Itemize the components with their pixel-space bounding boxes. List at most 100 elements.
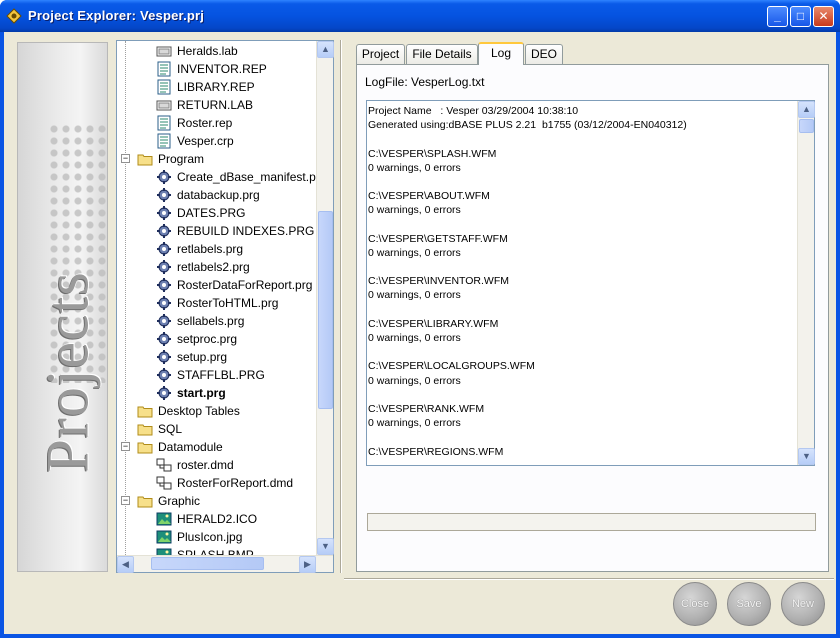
tree-item[interactable]: setproc.prg bbox=[117, 330, 316, 348]
report-file-icon bbox=[156, 61, 172, 77]
banner-text: Projects bbox=[34, 271, 101, 473]
folder-icon bbox=[137, 421, 153, 437]
window-title: Project Explorer: Vesper.prj bbox=[28, 8, 205, 23]
log-scroll-thumb[interactable] bbox=[799, 119, 814, 133]
save-button[interactable]: Save bbox=[727, 582, 771, 626]
tree-item[interactable]: STAFFLBL.PRG bbox=[117, 366, 316, 384]
tree-item[interactable]: HERALD2.ICO bbox=[117, 510, 316, 528]
log-line: 0 warnings, 0 errors bbox=[368, 161, 461, 174]
tree-item[interactable]: Heralds.lab bbox=[117, 42, 316, 60]
log-line: Project Name : Vesper 03/29/2004 10:38:1… bbox=[368, 105, 579, 117]
projects-banner: Projects bbox=[17, 42, 108, 572]
tree-item-label: retlabels2.prg bbox=[177, 260, 250, 274]
program-file-icon bbox=[156, 241, 172, 257]
project-tree[interactable]: Heralds.lab INVENTOR.REP LIBRARY.REP RETURN… bbox=[116, 40, 334, 573]
tree-item-label: INVENTOR.REP bbox=[177, 62, 267, 76]
maximize-button[interactable]: □ bbox=[790, 6, 811, 27]
scroll-right-button[interactable]: ▶ bbox=[299, 556, 316, 573]
close-icon: ✕ bbox=[818, 9, 829, 23]
collapse-toggle-icon[interactable]: − bbox=[121, 154, 130, 163]
tree-folder[interactable]: − Graphic bbox=[117, 492, 316, 510]
bottom-divider bbox=[344, 578, 834, 580]
tree-item[interactable]: RosterForReport.dmd bbox=[117, 474, 316, 492]
panel-divider bbox=[340, 40, 342, 573]
tree-item[interactable]: retlabels.prg bbox=[117, 240, 316, 258]
tree-item[interactable]: Roster.rep bbox=[117, 114, 316, 132]
scroll-thumb[interactable] bbox=[318, 211, 333, 409]
program-file-icon bbox=[156, 349, 172, 365]
tree-item-label: RosterToHTML.prg bbox=[177, 296, 279, 310]
tree-item[interactable]: PlusIcon.jpg bbox=[117, 528, 316, 546]
label-file-icon bbox=[156, 97, 172, 113]
tab-log[interactable]: Log bbox=[478, 42, 524, 65]
folder-icon bbox=[137, 151, 153, 167]
tree-item[interactable]: sellabels.prg bbox=[117, 312, 316, 330]
tree-item[interactable]: REBUILD INDEXES.PRG bbox=[117, 222, 316, 240]
tree-item-label: databackup.prg bbox=[177, 188, 260, 202]
tree-item[interactable]: LIBRARY.REP bbox=[117, 78, 316, 96]
tree-item-label: SQL bbox=[158, 422, 183, 436]
tree-item-label: retlabels.prg bbox=[177, 242, 244, 256]
program-file-icon bbox=[156, 187, 172, 203]
tree-horizontal-scrollbar[interactable]: ◀ ▶ bbox=[117, 555, 333, 573]
new-button[interactable]: New bbox=[781, 582, 825, 626]
tab-project[interactable]: Project bbox=[356, 44, 405, 64]
log-scroll-down-button[interactable]: ▼ bbox=[798, 448, 815, 465]
title-bar[interactable]: Project Explorer: Vesper.prj _ □ ✕ bbox=[0, 0, 840, 32]
tree-item-label: Datamodule bbox=[158, 440, 223, 454]
tree-item-label: Vesper.crp bbox=[177, 134, 234, 148]
tree-item[interactable]: RETURN.LAB bbox=[117, 96, 316, 114]
tree-item[interactable]: DATES.PRG bbox=[117, 204, 316, 222]
tree-item[interactable]: databackup.prg bbox=[117, 186, 316, 204]
tab-deo[interactable]: DEO bbox=[525, 44, 563, 64]
tree-folder[interactable]: Desktop Tables bbox=[117, 402, 316, 420]
collapse-toggle-icon[interactable]: − bbox=[121, 496, 130, 505]
log-line: C:\VESPER\GETSTAFF.WFM bbox=[368, 232, 508, 245]
tree-item-label: Heralds.lab bbox=[177, 44, 238, 58]
tree-folder[interactable]: − Program bbox=[117, 150, 316, 168]
log-vertical-scrollbar[interactable]: ▲ ▼ bbox=[797, 101, 815, 465]
log-scroll-up-button[interactable]: ▲ bbox=[798, 101, 815, 118]
log-line: C:\VESPER\REGIONS.WFM bbox=[368, 445, 504, 458]
log-line: C:\VESPER\SPLASH.WFM bbox=[368, 147, 497, 160]
log-text-area[interactable]: Project Name : Vesper 03/29/2004 10:38:1… bbox=[366, 100, 815, 466]
maximize-icon: □ bbox=[796, 9, 805, 23]
tree-item[interactable]: INVENTOR.REP bbox=[117, 60, 316, 78]
tree-item[interactable]: Create_dBase_manifest.p bbox=[117, 168, 316, 186]
tree-item-label: Program bbox=[158, 152, 205, 166]
tree-item-label: RosterDataForReport.prg bbox=[177, 278, 313, 292]
tree-item-label: SPLASH.BMP bbox=[177, 548, 254, 555]
datamodule-file-icon bbox=[156, 457, 172, 473]
minimize-button[interactable]: _ bbox=[767, 6, 788, 27]
log-line: C:\VESPER\LOCALGROUPS.WFM bbox=[368, 360, 535, 373]
image-file-icon bbox=[156, 529, 172, 545]
tree-item-label: RETURN.LAB bbox=[177, 98, 254, 112]
tree-item[interactable]: start.prg bbox=[117, 384, 316, 402]
tree-vertical-scrollbar[interactable]: ▲ ▼ bbox=[316, 41, 334, 555]
tree-item[interactable]: setup.prg bbox=[117, 348, 316, 366]
close-button[interactable]: Close bbox=[673, 582, 717, 626]
tree-item[interactable]: RosterDataForReport.prg bbox=[117, 276, 316, 294]
tree-item[interactable]: Vesper.crp bbox=[117, 132, 316, 150]
scroll-up-button[interactable]: ▲ bbox=[317, 41, 334, 58]
tree-item[interactable]: roster.dmd bbox=[117, 456, 316, 474]
tree-item[interactable]: retlabels2.prg bbox=[117, 258, 316, 276]
image-file-icon bbox=[156, 511, 172, 527]
tree-folder[interactable]: − Datamodule bbox=[117, 438, 316, 456]
collapse-toggle-icon[interactable]: − bbox=[121, 442, 130, 451]
log-line: C:\VESPER\LIBRARY.WFM bbox=[368, 317, 499, 330]
tree-item-label: REBUILD INDEXES.PRG bbox=[177, 224, 315, 238]
close-window-button[interactable]: ✕ bbox=[813, 6, 834, 27]
report-file-icon bbox=[156, 79, 172, 95]
scroll-thumb-horizontal[interactable] bbox=[151, 557, 264, 570]
tree-item[interactable]: RosterToHTML.prg bbox=[117, 294, 316, 312]
scroll-down-button[interactable]: ▼ bbox=[317, 538, 334, 555]
tree-item-label: LIBRARY.REP bbox=[177, 80, 255, 94]
scroll-left-button[interactable]: ◀ bbox=[117, 556, 134, 573]
tree-folder[interactable]: SQL bbox=[117, 420, 316, 438]
tab-file-details[interactable]: File Details bbox=[406, 44, 478, 64]
tree-rows: Heralds.lab INVENTOR.REP LIBRARY.REP RETURN… bbox=[117, 41, 316, 555]
tree-item[interactable]: SPLASH.BMP bbox=[117, 546, 316, 555]
window-client-area: Projects Heralds.lab INVENTOR.REP LIBRARY.… bbox=[4, 32, 836, 634]
